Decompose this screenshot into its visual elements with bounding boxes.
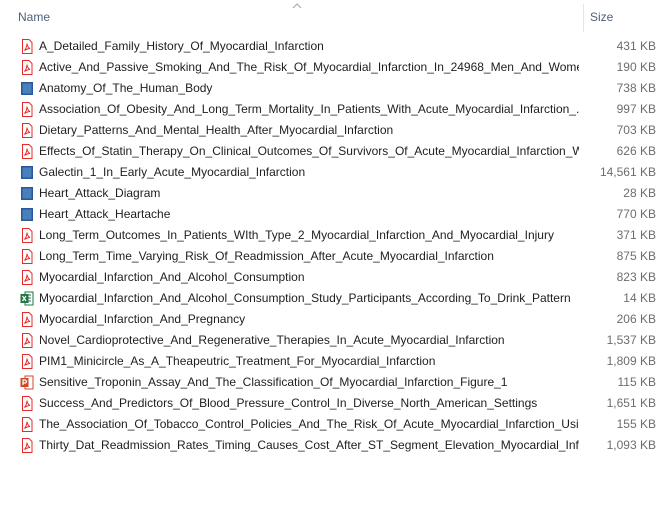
excel-spreadsheet-icon	[20, 291, 34, 306]
file-row[interactable]: Long_Term_Time_Varying_Risk_Of_Readmissi…	[0, 246, 665, 267]
file-size: 190 KB	[616, 60, 656, 74]
name-column-header[interactable]: Name	[0, 0, 583, 34]
file-name: Heart_Attack_Diagram	[39, 186, 161, 200]
file-row[interactable]: Success_And_Predictors_Of_Blood_Pressure…	[0, 393, 665, 414]
file-size: 206 KB	[616, 312, 656, 326]
pdf-file-icon	[20, 102, 34, 117]
file-name: PIM1_Minicircle_As_A_Theapeutric_Treatme…	[39, 354, 436, 368]
file-name: Dietary_Patterns_And_Mental_Health_After…	[39, 123, 394, 137]
file-row[interactable]: Myocardial_Infarction_And_Alcohol_Consum…	[0, 288, 665, 309]
file-size: 115 KB	[617, 375, 656, 389]
file-size: 1,093 KB	[606, 438, 656, 452]
file-name: Sensitive_Troponin_Assay_And_The_Classif…	[39, 375, 508, 389]
file-name: Thirty_Dat_Readmission_Rates_Timing_Caus…	[39, 438, 579, 452]
file-name: Long_Term_Outcomes_In_Patients_WIth_Type…	[39, 228, 554, 242]
word-document-icon	[20, 165, 34, 180]
file-row[interactable]: Galectin_1_In_Early_Acute_Myocardial_Inf…	[0, 162, 665, 183]
file-row[interactable]: Thirty_Dat_Readmission_Rates_Timing_Caus…	[0, 435, 665, 456]
pdf-file-icon	[20, 249, 34, 264]
file-row[interactable]: Association_Of_Obesity_And_Long_Term_Mor…	[0, 99, 665, 120]
file-list: A_Detailed_Family_History_Of_Myocardial_…	[0, 36, 665, 456]
file-name: Novel_Cardioprotective_And_Regenerative_…	[39, 333, 505, 347]
file-name: Anatomy_Of_The_Human_Body	[39, 81, 213, 95]
file-name: Active_And_Passive_Smoking_And_The_Risk_…	[39, 60, 579, 74]
file-name: Success_And_Predictors_Of_Blood_Pressure…	[39, 396, 538, 410]
powerpoint-file-icon	[20, 375, 34, 390]
file-size: 770 KB	[616, 207, 656, 221]
file-name: Long_Term_Time_Varying_Risk_Of_Readmissi…	[39, 249, 494, 263]
file-name: Myocardial_Infarction_And_Alcohol_Consum…	[39, 270, 305, 284]
pdf-file-icon	[20, 438, 34, 453]
size-column-header[interactable]: Size	[584, 0, 665, 34]
file-row[interactable]: Sensitive_Troponin_Assay_And_The_Classif…	[0, 372, 665, 393]
file-row[interactable]: Active_And_Passive_Smoking_And_The_Risk_…	[0, 57, 665, 78]
file-row[interactable]: The_Association_Of_Tobacco_Control_Polic…	[0, 414, 665, 435]
file-size: 431 KB	[616, 39, 656, 53]
file-name: Heart_Attack_Heartache	[39, 207, 171, 221]
file-size: 875 KB	[616, 249, 656, 263]
file-name: Galectin_1_In_Early_Acute_Myocardial_Inf…	[39, 165, 306, 179]
file-size: 28 KB	[623, 186, 656, 200]
file-row[interactable]: Myocardial_Infarction_And_Alcohol_Consum…	[0, 267, 665, 288]
file-row[interactable]: Heart_Attack_Heartache 770 KB	[0, 204, 665, 225]
file-name: The_Association_Of_Tobacco_Control_Polic…	[39, 417, 579, 431]
name-column-label: Name	[18, 10, 51, 24]
pdf-file-icon	[20, 312, 34, 327]
pdf-file-icon	[20, 123, 34, 138]
word-document-icon	[20, 186, 34, 201]
file-size: 823 KB	[616, 270, 656, 284]
file-row[interactable]: PIM1_Minicircle_As_A_Theapeutric_Treatme…	[0, 351, 665, 372]
pdf-file-icon	[20, 354, 34, 369]
file-row[interactable]: Long_Term_Outcomes_In_Patients_WIth_Type…	[0, 225, 665, 246]
file-row[interactable]: Effects_Of_Statin_Therapy_On_Clinical_Ou…	[0, 141, 665, 162]
chevron-up-icon	[292, 3, 302, 9]
word-document-icon	[20, 81, 34, 96]
file-size: 14,561 KB	[599, 165, 656, 179]
file-size: 703 KB	[616, 123, 656, 137]
file-row[interactable]: Heart_Attack_Diagram 28 KB	[0, 183, 665, 204]
file-row[interactable]: A_Detailed_Family_History_Of_Myocardial_…	[0, 36, 665, 57]
file-size: 371 KB	[616, 228, 656, 242]
file-size: 997 KB	[616, 102, 656, 116]
column-header-bar: Name Size	[0, 0, 665, 34]
pdf-file-icon	[20, 39, 34, 54]
size-column-label: Size	[590, 10, 614, 24]
file-name: Effects_Of_Statin_Therapy_On_Clinical_Ou…	[39, 144, 579, 158]
file-size: 155 KB	[616, 417, 656, 431]
file-name: A_Detailed_Family_History_Of_Myocardial_…	[39, 39, 324, 53]
file-row[interactable]: Novel_Cardioprotective_And_Regenerative_…	[0, 330, 665, 351]
file-size: 738 KB	[616, 81, 656, 95]
file-name: Myocardial_Infarction_And_Alcohol_Consum…	[39, 291, 571, 305]
file-size: 1,809 KB	[606, 354, 656, 368]
pdf-file-icon	[20, 396, 34, 411]
file-size: 626 KB	[616, 144, 656, 158]
file-size: 1,651 KB	[606, 396, 656, 410]
pdf-file-icon	[20, 333, 34, 348]
file-size: 1,537 KB	[606, 333, 656, 347]
pdf-file-icon	[20, 144, 34, 159]
file-row[interactable]: Myocardial_Infarction_And_Pregnancy 206 K…	[0, 309, 665, 330]
file-size: 14 KB	[623, 291, 656, 305]
file-row[interactable]: Anatomy_Of_The_Human_Body 738 KB	[0, 78, 665, 99]
word-document-icon	[20, 207, 34, 222]
file-name: Myocardial_Infarction_And_Pregnancy	[39, 312, 246, 326]
file-name: Association_Of_Obesity_And_Long_Term_Mor…	[39, 102, 579, 116]
pdf-file-icon	[20, 417, 34, 432]
pdf-file-icon	[20, 270, 34, 285]
file-row[interactable]: Dietary_Patterns_And_Mental_Health_After…	[0, 120, 665, 141]
pdf-file-icon	[20, 228, 34, 243]
pdf-file-icon	[20, 60, 34, 75]
